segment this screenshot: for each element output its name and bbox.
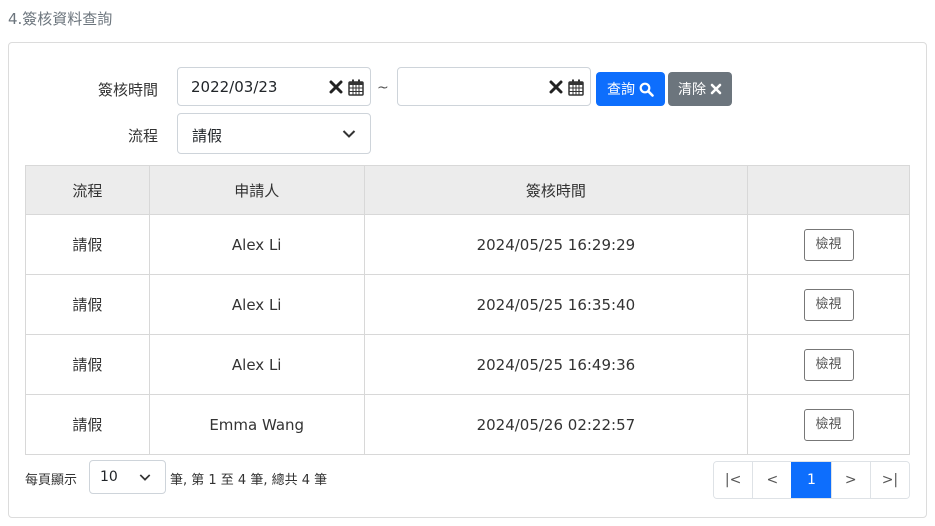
cell-flow: 請假 [25,214,150,275]
date-from-field[interactable]: 2022/03/23 [177,67,371,106]
range-separator: ~ [377,80,389,96]
cell-applicant: Alex Li [148,214,365,275]
view-button[interactable]: 檢視 [803,288,854,321]
results-table: 流程 申請人 簽核時間 請假 Alex Li 2024/05/25 16:29:… [25,165,910,455]
clear-button[interactable]: 清除 [668,72,732,106]
clear-date-from-icon[interactable] [329,79,343,95]
table-row: 請假 Alex Li 2024/05/25 16:49:36 檢視 [25,334,910,395]
header-flow: 流程 [25,165,150,215]
cell-sign-time: 2024/05/25 16:29:29 [363,214,749,275]
pagination: |< < 1 > >| [713,461,910,499]
first-page-button[interactable]: |< [714,462,753,498]
search-icon [639,82,654,97]
header-action [747,165,910,215]
cell-flow: 請假 [25,394,150,455]
close-icon [710,83,722,95]
view-button[interactable]: 檢視 [803,228,854,261]
search-button-label: 查詢 [607,82,635,98]
page-size-value: 10 [100,469,118,485]
page-size-select[interactable]: 10 [89,460,166,494]
search-button[interactable]: 查詢 [596,72,665,106]
date-to-field[interactable] [397,67,591,106]
current-page-button[interactable]: 1 [791,462,831,498]
cell-sign-time: 2024/05/25 16:35:40 [363,274,749,335]
view-button[interactable]: 檢視 [803,348,854,381]
view-button[interactable]: 檢視 [803,408,854,441]
header-applicant: 申請人 [148,165,365,215]
chevron-down-icon [139,474,151,481]
prev-page-button[interactable]: < [752,462,792,498]
cell-action: 檢視 [747,334,910,395]
date-label: 簽核時間 [97,81,158,99]
cell-action: 檢視 [747,214,910,275]
clear-date-to-icon[interactable] [549,79,563,95]
clear-button-label: 清除 [678,82,706,98]
next-page-button[interactable]: > [830,462,870,498]
cell-flow: 請假 [25,274,150,335]
flow-select-value: 請假 [192,127,223,145]
page-title: 4.簽核資料查詢 [8,10,113,28]
table-row: 請假 Alex Li 2024/05/25 16:35:40 檢視 [25,274,910,335]
last-page-button[interactable]: >| [869,462,909,498]
calendar-to-icon[interactable] [568,79,584,96]
header-sign-time: 簽核時間 [363,165,749,215]
cell-applicant: Alex Li [148,274,365,335]
cell-action: 檢視 [747,394,910,455]
table-row: 請假 Alex Li 2024/05/25 16:29:29 檢視 [25,214,910,275]
flow-select[interactable]: 請假 [177,113,371,154]
table-row: 請假 Emma Wang 2024/05/26 02:22:57 檢視 [25,394,910,455]
cell-sign-time: 2024/05/26 02:22:57 [363,394,749,455]
cell-applicant: Alex Li [148,334,365,395]
table-header-row: 流程 申請人 簽核時間 [25,165,910,215]
record-summary: 筆, 第 1 至 4 筆, 總共 4 筆 [170,473,328,488]
date-from-value: 2022/03/23 [191,78,278,96]
cell-sign-time: 2024/05/25 16:49:36 [363,334,749,395]
flow-label: 流程 [127,127,158,145]
chevron-down-icon [342,130,356,138]
cell-applicant: Emma Wang [148,394,365,455]
cell-action: 檢視 [747,274,910,335]
calendar-from-icon[interactable] [348,79,364,96]
cell-flow: 請假 [25,334,150,395]
per-page-label: 每頁顯示 [25,473,78,488]
